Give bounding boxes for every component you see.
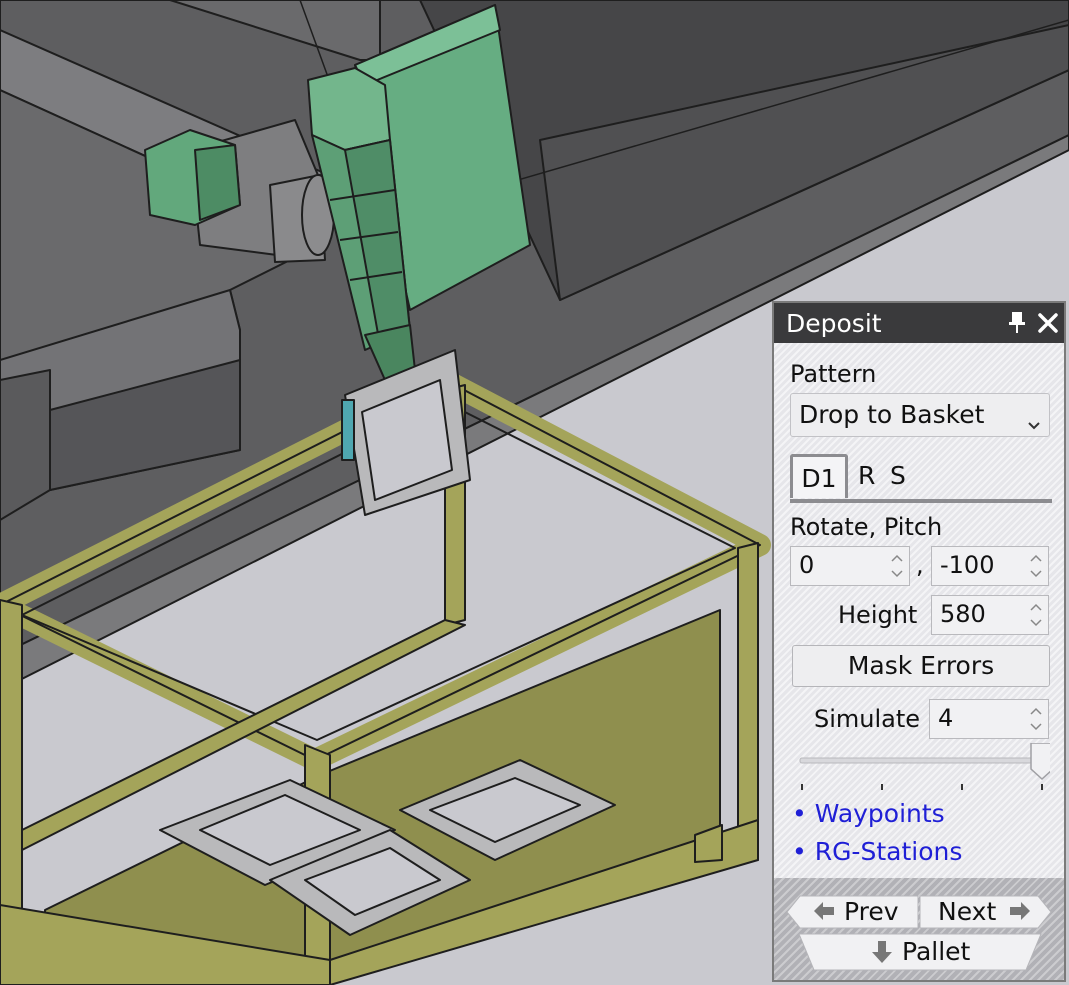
tab-d1[interactable]: D1 [790, 454, 848, 498]
navigation-area: Prev Next Pallet [774, 878, 1064, 980]
spinner-icon[interactable] [1028, 550, 1044, 582]
rotate-pitch-separator: , [916, 551, 924, 579]
waypoints-link[interactable]: • Waypoints [792, 799, 945, 828]
spinner-icon[interactable] [1028, 599, 1044, 631]
pallet-button[interactable]: Pallet [798, 933, 1042, 971]
panel-title: Deposit [786, 309, 882, 338]
pallet-label: Pallet [902, 937, 971, 966]
simulate-input[interactable]: 4 [929, 699, 1049, 739]
pin-icon[interactable] [1006, 309, 1028, 337]
height-input[interactable]: 580 [931, 595, 1049, 635]
next-label: Next [938, 897, 997, 926]
simulate-value: 4 [938, 704, 954, 732]
height-value: 580 [940, 600, 986, 628]
mask-errors-button[interactable]: Mask Errors [792, 645, 1050, 687]
next-button[interactable]: Next [920, 895, 1052, 929]
simulate-slider[interactable] [798, 743, 1050, 793]
prev-label: Prev [844, 897, 899, 926]
spinner-icon[interactable] [1028, 703, 1044, 735]
height-label: Height [838, 601, 918, 629]
pitch-value: -100 [940, 551, 995, 579]
prev-button[interactable]: Prev [786, 895, 918, 929]
spinner-icon[interactable] [889, 550, 905, 582]
rg-stations-link[interactable]: • RG-Stations [792, 837, 962, 866]
close-icon[interactable] [1036, 309, 1060, 337]
tab-bar: D1 R S [790, 454, 1052, 503]
pitch-input[interactable]: -100 [931, 546, 1049, 586]
tab-r[interactable]: R [858, 454, 875, 490]
rotate-value: 0 [799, 551, 815, 579]
pattern-label: Pattern [790, 360, 877, 388]
pattern-value: Drop to Basket [799, 400, 985, 429]
rotate-pitch-label: Rotate, Pitch [790, 513, 943, 541]
simulate-label: Simulate [814, 705, 921, 733]
deposit-panel: Deposit Pattern Drop to Basket D1 R S Ro… [772, 301, 1066, 982]
rotate-input[interactable]: 0 [790, 546, 910, 586]
slider-thumb[interactable] [1030, 743, 1050, 781]
tab-s[interactable]: S [890, 454, 906, 490]
chevron-down-icon [1027, 408, 1041, 437]
panel-titlebar: Deposit [774, 303, 1064, 343]
pattern-select[interactable]: Drop to Basket [790, 393, 1050, 437]
